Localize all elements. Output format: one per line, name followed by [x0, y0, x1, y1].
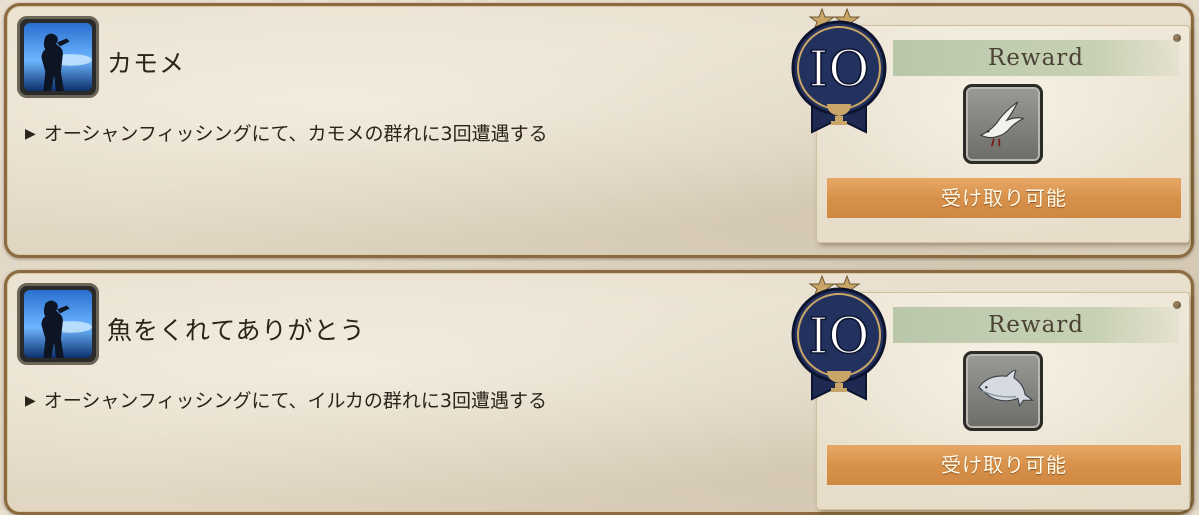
reward-header: Reward: [893, 307, 1179, 343]
achievement-icon: [17, 283, 99, 365]
achievement-icon: [17, 16, 99, 98]
bullet-arrow-icon: ▶: [25, 393, 36, 409]
fisher-silhouette-icon: [24, 23, 92, 91]
seagull-minion-icon[interactable]: [963, 84, 1043, 164]
fisher-silhouette-icon: [24, 290, 92, 358]
dolphin-minion-icon[interactable]: [963, 351, 1043, 431]
achievement-card[interactable]: カモメ ▶ オーシャンフィッシングにて、カモメの群れに3回遭遇する Reward …: [4, 3, 1194, 258]
points-text: IO: [809, 40, 870, 98]
achievement-points-medal: IO: [782, 271, 897, 411]
achievement-points-medal: IO: [782, 4, 897, 144]
description-text: オーシャンフィッシングにて、カモメの群れに3回遭遇する: [43, 123, 548, 145]
claim-button[interactable]: 受け取り可能: [827, 445, 1181, 485]
achievement-description: ▶ オーシャンフィッシングにて、イルカの群れに3回遭遇する: [25, 386, 547, 413]
reward-header: Reward: [893, 40, 1179, 76]
description-text: オーシャンフィッシングにて、イルカの群れに3回遭遇する: [43, 390, 548, 412]
points-text: IO: [809, 307, 870, 365]
achievement-title: 魚をくれてありがとう: [107, 316, 366, 345]
bullet-arrow-icon: ▶: [25, 126, 36, 142]
achievement-description: ▶ オーシャンフィッシングにて、カモメの群れに3回遭遇する: [25, 119, 548, 146]
achievement-card[interactable]: 魚をくれてありがとう ▶ オーシャンフィッシングにて、イルカの群れに3回遭遇する …: [4, 270, 1194, 515]
claim-button[interactable]: 受け取り可能: [827, 178, 1181, 218]
achievement-title: カモメ: [107, 49, 186, 78]
